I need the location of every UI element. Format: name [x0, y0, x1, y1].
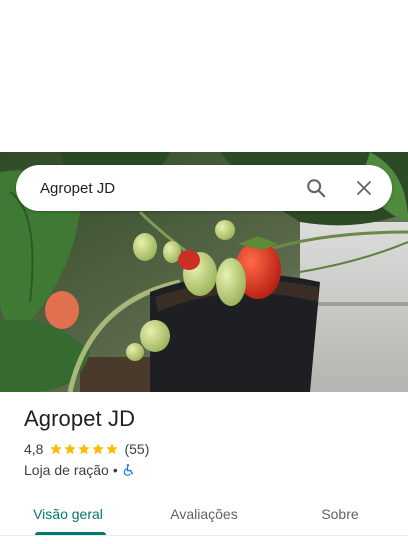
place-info: Agropet JD 4,8 (55) Loja de ração •: [24, 406, 394, 478]
map-blank-area: [0, 0, 408, 152]
place-title: Agropet JD: [24, 406, 136, 431]
search-button[interactable]: [296, 168, 336, 208]
review-count: (55): [124, 441, 150, 457]
star-icon: [92, 443, 105, 455]
close-icon: [357, 181, 371, 195]
search-icon: [307, 179, 326, 198]
star-rating: [49, 442, 119, 456]
star-icon: [106, 443, 119, 455]
separator-dot: •: [112, 462, 118, 478]
star-icon: [78, 443, 91, 455]
search-input[interactable]: Agropet JD: [16, 180, 296, 197]
place-tabs: Visão geral Avaliações Sobre: [0, 492, 408, 536]
tab-overview[interactable]: Visão geral: [0, 492, 136, 535]
rating-value: 4,8: [24, 441, 44, 457]
place-category: Loja de ração: [24, 462, 109, 478]
star-icon: [64, 443, 77, 455]
tab-reviews[interactable]: Avaliações: [136, 492, 272, 535]
close-button[interactable]: [344, 168, 384, 208]
category-row: Loja de ração •: [24, 462, 394, 478]
search-bar[interactable]: Agropet JD: [16, 165, 392, 211]
star-icon: [50, 443, 63, 455]
rating-row[interactable]: 4,8 (55): [24, 441, 394, 457]
wheelchair-icon: [123, 464, 133, 476]
tab-about[interactable]: Sobre: [272, 492, 408, 535]
